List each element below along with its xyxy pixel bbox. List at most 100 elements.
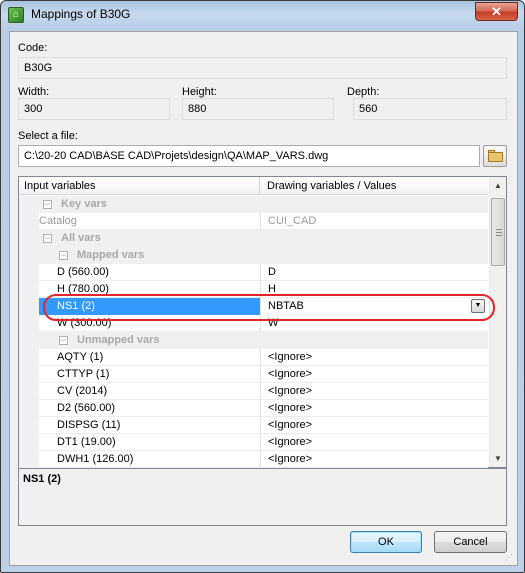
title-bar[interactable]: ⌂ Mappings of B30G ✕ — [1, 1, 524, 29]
drawing-variable-text: <Ignore> — [268, 453, 313, 465]
row-gutter — [19, 281, 39, 298]
collapse-icon[interactable]: − — [43, 200, 52, 209]
browse-button[interactable] — [483, 145, 507, 167]
variable-name-text: DT1 (19.00) — [57, 436, 116, 448]
variable-name-text: NS1 (2) — [57, 300, 95, 312]
drawing-variable-value[interactable]: H — [260, 281, 488, 298]
category-label: − Unmapped vars — [39, 332, 488, 349]
grid-variable-row[interactable]: CV (2014) <Ignore> — [19, 383, 488, 400]
dialog-window: ⌂ Mappings of B30G ✕ Code: B30G Width: 3… — [0, 0, 525, 573]
input-variable-name: D2 (560.00) — [39, 400, 260, 417]
row-gutter — [19, 213, 39, 230]
grid-variable-row[interactable]: AQTY (1) <Ignore> — [19, 349, 488, 366]
drawing-variable-value[interactable]: D — [260, 264, 488, 281]
drawing-variable-text: NBTAB — [268, 300, 304, 312]
grid-header: Input variables Drawing variables / Valu… — [19, 177, 488, 195]
grid-variable-row[interactable]: NS1 (2) NBTAB ▼ — [19, 298, 488, 315]
input-variable-name: Catalog — [39, 213, 260, 230]
grid-category-row[interactable]: − Mapped vars — [19, 247, 488, 264]
drawing-variable-text: W — [268, 317, 279, 329]
close-button[interactable]: ✕ — [475, 2, 518, 21]
input-variable-name: NS1 (2) — [39, 298, 260, 315]
scroll-up-arrow-icon[interactable]: ▲ — [490, 177, 506, 194]
variable-name-text: D (560.00) — [57, 266, 109, 278]
variable-name-text: DISPSG (11) — [57, 419, 121, 431]
dialog-client-area: Code: B30G Width: 300 Height: 880 Depth:… — [9, 31, 518, 566]
row-gutter — [19, 366, 39, 383]
grid-variable-row[interactable]: W (300.00) W — [19, 315, 488, 332]
grid-category-row[interactable]: − Unmapped vars — [19, 332, 488, 349]
grid-category-row[interactable]: − Key vars — [19, 196, 488, 213]
input-variable-name: DT1 (19.00) — [39, 434, 260, 451]
grid-variable-row[interactable]: D2 (560.00) <Ignore> — [19, 400, 488, 417]
row-gutter — [19, 451, 39, 468]
category-text: Mapped vars — [77, 249, 145, 261]
code-label: Code: — [18, 42, 48, 54]
height-field: 880 — [182, 98, 334, 120]
drawing-variable-value[interactable]: <Ignore> — [260, 349, 488, 366]
dropdown-arrow-icon[interactable]: ▼ — [471, 299, 485, 313]
scroll-down-arrow-icon[interactable]: ▼ — [490, 450, 506, 467]
drawing-variable-text: <Ignore> — [268, 436, 313, 448]
drawing-variable-value[interactable]: <Ignore> — [260, 417, 488, 434]
category-text: All vars — [61, 232, 101, 244]
collapse-icon[interactable]: − — [59, 251, 68, 260]
drawing-variable-value[interactable]: <Ignore> — [260, 451, 488, 468]
file-path-input[interactable]: C:\20-20 CAD\BASE CAD\Projets\design\QA\… — [18, 145, 480, 167]
category-label: − Key vars — [39, 196, 488, 213]
grid-variable-row[interactable]: DT1 (19.00) <Ignore> — [19, 434, 488, 451]
thumb-grip — [496, 232, 502, 233]
drawing-variable-combo[interactable]: NBTAB ▼ — [260, 298, 488, 315]
drawing-variable-value[interactable]: <Ignore> — [260, 434, 488, 451]
variable-name-text: H (780.00) — [57, 283, 109, 295]
collapse-icon[interactable]: − — [43, 234, 52, 243]
row-gutter — [19, 417, 39, 434]
drawing-variable-value[interactable]: <Ignore> — [260, 383, 488, 400]
grid-variable-row[interactable]: H (780.00) H — [19, 281, 488, 298]
drawing-variable-text: <Ignore> — [268, 385, 313, 397]
drawing-variable-value[interactable]: W — [260, 315, 488, 332]
grid-variable-row[interactable]: D (560.00) D — [19, 264, 488, 281]
description-title: NS1 (2) — [23, 473, 61, 485]
variable-name-text: DWH1 (126.00) — [57, 453, 134, 465]
category-text: Unmapped vars — [77, 334, 160, 346]
input-variable-name: D (560.00) — [39, 264, 260, 281]
grid-variable-row[interactable]: Catalog CUI_CAD — [19, 213, 488, 230]
resize-grip-icon[interactable]: ⋰ — [505, 553, 515, 563]
row-gutter — [19, 332, 39, 349]
grid-variable-row[interactable]: DISPSG (11) <Ignore> — [19, 417, 488, 434]
app-icon: ⌂ — [8, 7, 24, 23]
grid-variable-row[interactable]: CTTYP (1) <Ignore> — [19, 366, 488, 383]
thumb-grip — [496, 229, 502, 230]
collapse-icon[interactable]: − — [59, 336, 68, 345]
drawing-variable-value[interactable]: <Ignore> — [260, 366, 488, 383]
variables-grid: Input variables Drawing variables / Valu… — [18, 176, 507, 468]
header-separator[interactable] — [259, 177, 260, 195]
row-gutter — [19, 230, 39, 247]
ok-button[interactable]: OK — [350, 531, 422, 553]
row-gutter — [19, 383, 39, 400]
drawing-variable-value[interactable]: <Ignore> — [260, 400, 488, 417]
variable-name-text: CTTYP (1) — [57, 368, 110, 380]
variable-name-text: Catalog — [39, 215, 77, 227]
grid-category-row[interactable]: − All vars — [19, 230, 488, 247]
height-label: Height: — [182, 86, 217, 98]
scroll-thumb[interactable] — [491, 198, 505, 266]
input-variable-name: CTTYP (1) — [39, 366, 260, 383]
grid-variable-row[interactable]: DWH1 (126.00) <Ignore> — [19, 451, 488, 468]
input-variable-name: DWH1 (126.00) — [39, 451, 260, 468]
row-gutter — [19, 434, 39, 451]
code-field: B30G — [18, 57, 507, 79]
drawing-variable-text: CUI_CAD — [268, 215, 317, 227]
row-gutter — [19, 400, 39, 417]
input-variable-name: AQTY (1) — [39, 349, 260, 366]
depth-field: 560 — [353, 98, 507, 120]
cancel-button[interactable]: Cancel — [434, 531, 507, 553]
input-variable-name: W (300.00) — [39, 315, 260, 332]
drawing-variable-text: <Ignore> — [268, 402, 313, 414]
input-variable-name: CV (2014) — [39, 383, 260, 400]
variable-name-text: AQTY (1) — [57, 351, 104, 363]
vertical-scrollbar[interactable]: ▲ ▼ — [489, 177, 506, 467]
row-gutter — [19, 196, 39, 213]
drawing-variable-value[interactable]: CUI_CAD — [260, 213, 488, 230]
